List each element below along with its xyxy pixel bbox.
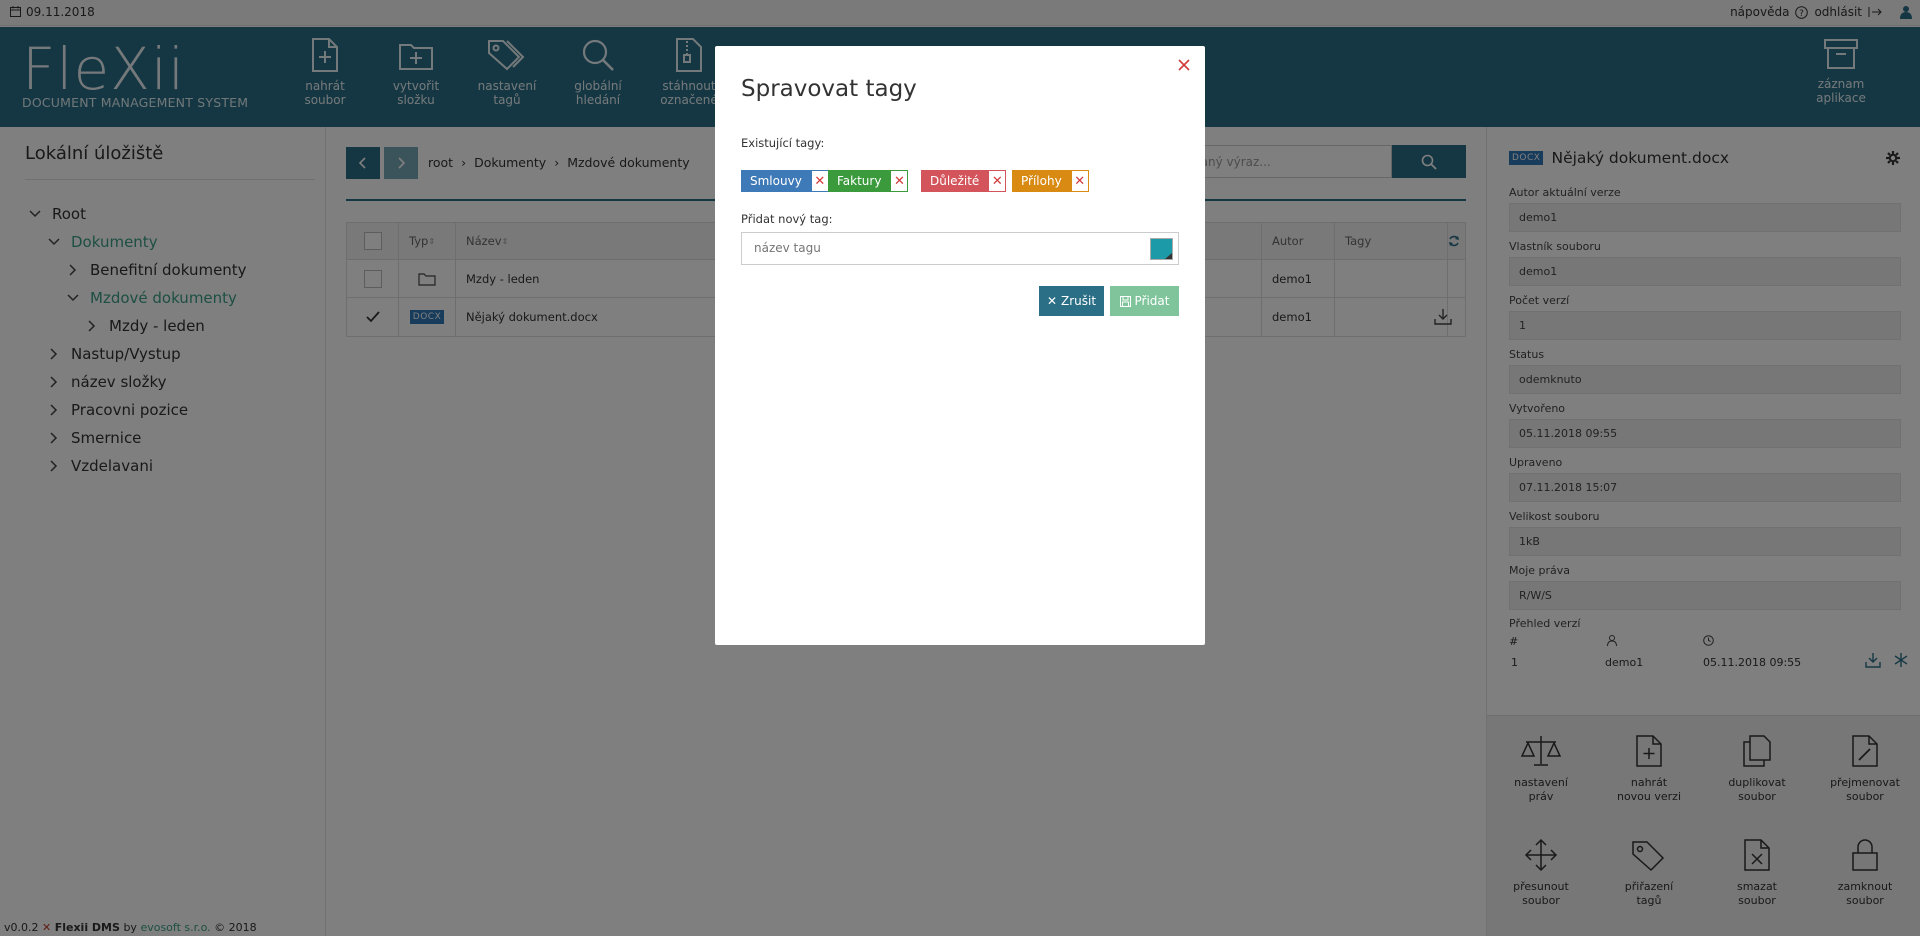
tag-name[interactable]: Faktury — [828, 170, 891, 192]
cancel-button[interactable]: ✕ Zrušit — [1039, 286, 1104, 316]
close-icon[interactable] — [1175, 56, 1193, 74]
add-label: Přidat — [1134, 294, 1170, 308]
new-tag-label: Přidat nový tag: — [741, 212, 833, 226]
existing-tags-label: Existující tagy: — [741, 136, 825, 150]
new-tag-field — [741, 232, 1179, 265]
new-tag-input[interactable] — [754, 241, 1134, 255]
tag-name[interactable]: Smlouvy — [741, 170, 811, 192]
tag-chip: Přílohy ✕ — [1012, 170, 1089, 192]
add-tag-button[interactable]: Přidat — [1110, 286, 1179, 316]
manage-tags-dialog: Spravovat tagy Existující tagy: Smlouvy … — [715, 46, 1205, 645]
dialog-title: Spravovat tagy — [741, 76, 917, 102]
save-icon — [1119, 295, 1131, 307]
tag-chip: Důležité ✕ — [921, 170, 1007, 192]
close-icon: ✕ — [1046, 294, 1057, 308]
tag-name[interactable]: Přílohy — [1012, 170, 1071, 192]
cancel-label: Zrušit — [1061, 294, 1097, 308]
remove-tag-icon[interactable]: ✕ — [1070, 170, 1089, 192]
remove-tag-icon[interactable]: ✕ — [890, 170, 909, 192]
tag-chip: Faktury ✕ — [828, 170, 909, 192]
tag-name[interactable]: Důležité — [921, 170, 989, 192]
tag-chip: Smlouvy ✕ — [741, 170, 829, 192]
remove-tag-icon[interactable]: ✕ — [810, 170, 829, 192]
color-picker[interactable] — [1150, 238, 1173, 260]
remove-tag-icon[interactable]: ✕ — [988, 170, 1007, 192]
